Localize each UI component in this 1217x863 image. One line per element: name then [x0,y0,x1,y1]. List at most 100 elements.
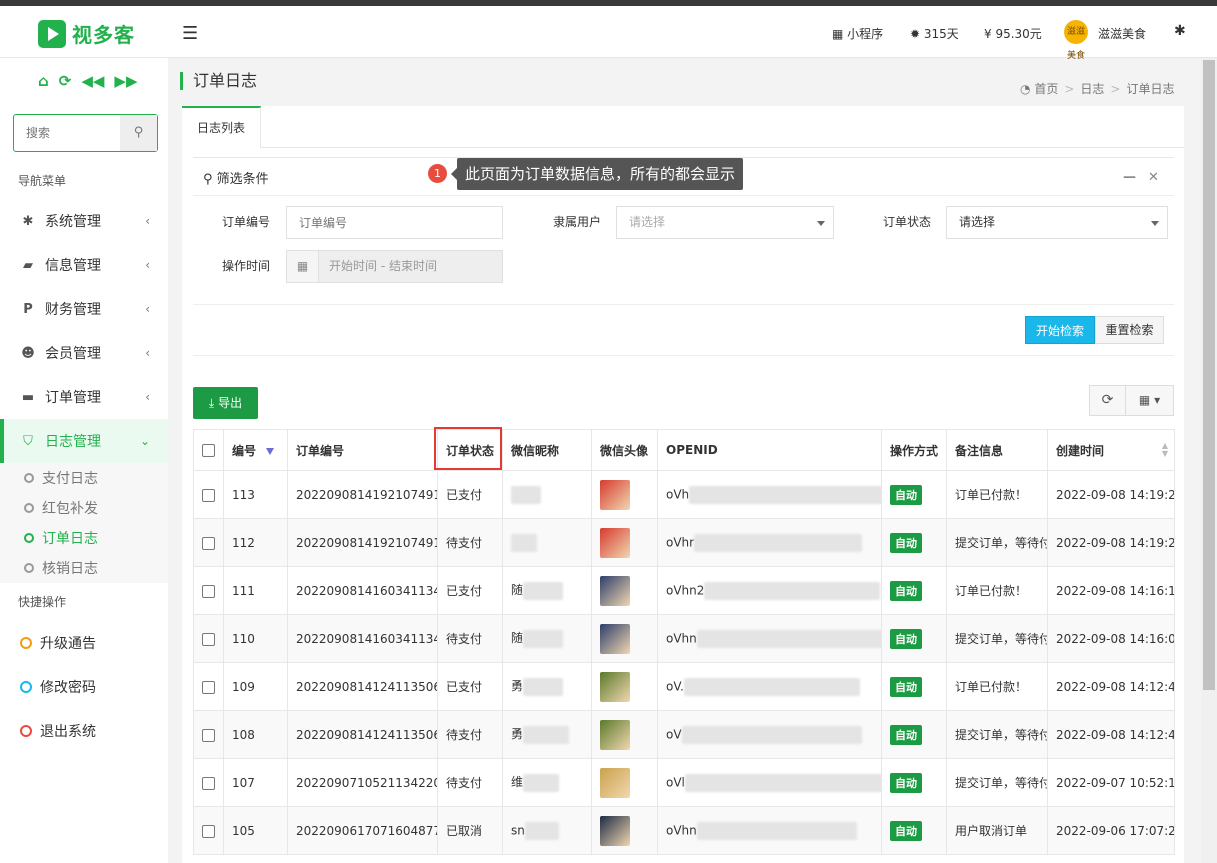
tab-divider [261,147,1184,148]
col-header-note[interactable]: 备注信息 [946,429,1048,471]
home-icon[interactable]: ⌂ [38,72,49,90]
sidebar-item-info[interactable]: ▰ 信息管理 ‹ [0,243,168,287]
order-log-table: 编号 订单编号 订单状态 微信昵称 微信头像 OPENID 操作方式 备注信息 … [193,429,1175,855]
cell-mode: 自动 [881,758,947,807]
sidebar-subitem-pay-log[interactable]: 支付日志 [0,463,168,493]
refresh-button[interactable]: ⟳ [1089,385,1126,416]
mini-program-link[interactable]: ▦ 小程序 [832,25,883,42]
row-checkbox[interactable] [202,776,215,790]
shop-name[interactable]: 滋滋美食 [1098,25,1146,42]
col-header-created[interactable]: 创建时间 ▲ ▼ [1047,429,1175,471]
cell-mode: 自动 [881,566,947,615]
redacted-block [689,485,881,504]
table-row[interactable]: 1082022090814124113506待支付勇 oV 自动 提交订单，等待付款2… [193,710,1175,759]
days-remaining[interactable]: ✹ 315天 [910,25,959,42]
sidebar-subitem-verify-log[interactable]: 核销日志 [0,553,168,583]
table-row[interactable]: 105 2022090617071604877 已取消 sn oVhn 自动 用户取消订单 2… [193,806,1175,855]
cell-order-no: 2022090814192107491 [287,470,438,519]
menu-toggle-icon[interactable]: ☰ [182,23,198,44]
redacted-block [694,533,863,552]
status-select[interactable]: 请选择 [946,206,1168,239]
backward-icon[interactable]: ◀◀ [81,72,104,90]
col-header-order-no[interactable]: 订单编号 [287,429,438,471]
sidebar-subitem-redpacket[interactable]: 红包补发 [0,493,168,523]
row-checkbox[interactable] [202,824,215,838]
sidebar-subitem-order-log[interactable]: 订单日志 [0,523,168,553]
col-header-openid[interactable]: OPENID [657,429,882,471]
table-row[interactable]: 1072022090710521134220待支付维 oVl 自动 提交订单，等待付款… [193,758,1175,807]
scrollbar-thumb[interactable] [1203,60,1215,690]
settings-gear-icon[interactable]: ✱ [1174,23,1186,39]
select-all-checkbox[interactable] [202,444,215,457]
breadcrumb-logs[interactable]: 日志 [1080,82,1104,96]
circle-icon [24,533,34,543]
wechat-avatar-image[interactable] [600,623,630,654]
row-checkbox[interactable] [202,536,215,550]
cell-id: 108 [223,710,288,759]
breadcrumb-current: 订单日志 [1126,82,1175,96]
table-row[interactable]: 1122022090814192107491待支付 oVhr 自动 提交订单，等待付款… [193,518,1175,567]
table-row[interactable]: 109 2022090814124113506 已支付勇 oV. 自动 订单已付款！ 202… [193,662,1175,711]
row-checkbox[interactable] [202,488,215,502]
wechat-avatar-image[interactable] [600,767,630,798]
sidebar-item-orders[interactable]: ▬ 订单管理 ‹ [0,375,168,419]
status-column-highlight [434,427,502,470]
col-header-mode[interactable]: 操作方式 [881,429,947,471]
sidebar-search-input[interactable] [14,115,119,151]
sidebar-item-system[interactable]: ✱ 系统管理 ‹ [0,199,168,243]
wechat-avatar-image[interactable] [600,719,630,750]
table-row[interactable]: 1102022090814160341134待支付随 oVhn 自动 提交订单，等待付… [193,614,1175,663]
collapse-icon[interactable]: — [1123,170,1136,185]
table-row[interactable]: 111 2022090814160341134 已支付随 oVhn2 自动 订单已付款！ 2… [193,566,1175,615]
row-checkbox[interactable] [202,728,215,742]
col-header-nickname[interactable]: 微信昵称 [502,429,592,471]
cell-openid: oV. [657,662,882,711]
col-header-avatar[interactable]: 微信头像 [591,429,658,471]
search-button[interactable]: 开始检索 [1025,316,1095,344]
sidebar-item-members[interactable]: ☻ 会员管理 ‹ [0,331,168,375]
sidebar-item-logs[interactable]: ⛉ 日志管理 ⌄ [0,419,168,463]
columns-toggle-button[interactable]: ▦ ▾ [1125,385,1174,416]
brand-logo[interactable]: 视多客 [38,19,135,48]
cell-mode: 自动 [881,806,947,855]
forward-icon[interactable]: ▶▶ [114,72,137,90]
redacted-block [683,677,860,696]
wechat-avatar-image[interactable] [600,575,630,606]
col-header-id[interactable]: 编号 [223,429,288,471]
close-icon[interactable]: ✕ [1148,170,1159,185]
row-select-cell [193,758,224,807]
export-button[interactable]: ⤓ 导出 [193,387,258,419]
order-no-label: 订单编号 [222,215,271,229]
row-select-cell [193,710,224,759]
row-checkbox[interactable] [202,632,215,646]
quick-change-password[interactable]: 修改密码 [20,677,96,697]
cell-note: 订单已付款！ [946,566,1048,615]
breadcrumb-home[interactable]: 首页 [1034,82,1058,96]
cell-status: 已支付 [437,566,503,615]
refresh-icon[interactable]: ⟳ [59,72,72,90]
sidebar-item-finance[interactable]: P 财务管理 ‹ [0,287,168,331]
time-range-input[interactable]: ▦ 开始时间 - 结束时间 [286,250,503,283]
cell-created: 2022-09-06 17:07:26 [1047,806,1175,855]
qrcode-icon: ▦ [832,27,844,41]
row-checkbox[interactable] [202,680,215,694]
wechat-avatar-image[interactable] [600,479,630,510]
filter-divider [193,195,1174,196]
row-checkbox[interactable] [202,584,215,598]
wechat-avatar-image[interactable] [600,671,630,702]
wechat-avatar-image[interactable] [600,527,630,558]
cell-mode: 自动 [881,662,947,711]
account-balance[interactable]: ¥ 95.30元 [984,25,1042,42]
tab-log-list[interactable]: 日志列表 [182,106,261,148]
order-no-input[interactable] [286,206,503,239]
redacted-block [524,821,559,840]
quick-logout[interactable]: 退出系统 [20,721,96,741]
wechat-avatar-image[interactable] [600,815,630,846]
avatar[interactable]: 滋滋美食 [1064,20,1088,61]
reset-button[interactable]: 重置检索 [1095,316,1164,344]
quick-upgrade-notice[interactable]: 升级通告 [20,633,96,653]
search-icon[interactable]: ⚲ [120,115,157,151]
table-row[interactable]: 113 2022090814192107491 已支付 oVh 自动 订单已付款！ 2022… [193,470,1175,519]
user-select[interactable]: 请选择 [616,206,834,239]
cell-avatar [591,662,658,711]
